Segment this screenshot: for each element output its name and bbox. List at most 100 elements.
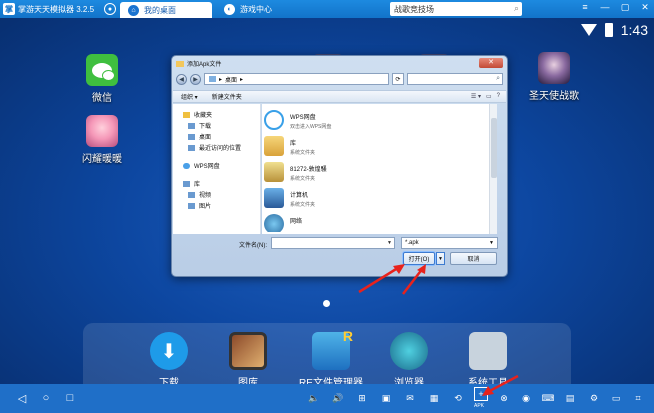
new-folder-button[interactable]: 新建文件夹 (212, 92, 242, 101)
app-title-text: 掌游天天模拟器 3.2.5 (18, 4, 95, 14)
file-desc: 系统文件夹 (290, 176, 316, 182)
back-icon[interactable]: ◁ (14, 390, 30, 406)
file-item[interactable]: 库 系统文件夹 (264, 136, 315, 156)
tab-label: 我的桌面 (144, 5, 176, 15)
file-item[interactable]: 81272-敦煌騷 系统文件夹 (264, 162, 327, 182)
nav-label: 图片 (199, 204, 212, 210)
desktop-app-wechat[interactable]: 微信 (74, 54, 130, 104)
add-apk-dialog: 添加Apk文件 ✕ ◀ ▶ ▸ 桌面 ▸ ⟳ ⌕ 组织 ▾ 新建文件夹 ☰ ▾ … (171, 55, 508, 277)
app-label: 闪耀暖暖 (82, 154, 122, 165)
volume-down-icon[interactable]: 🔈 (306, 390, 322, 406)
wechat-icon (86, 54, 118, 86)
tab-game-center[interactable]: ◐ 游戏中心 (216, 0, 308, 18)
videos-icon (188, 191, 195, 198)
nav-label: WPS网盘 (194, 164, 220, 170)
rotate-icon[interactable]: ⟲ (450, 390, 466, 406)
maximize-icon[interactable]: ▢ (618, 2, 632, 13)
wifi-icon (580, 24, 597, 36)
breadcrumb[interactable]: 桌面 (225, 75, 237, 84)
emulator-toolbar: ◁ ○ □ 🔈 🔊 ⊞ ▣ ✉ ▦ ⟲ + ⊗ ◉ ⌨ ▤ ⚙ ▭ ⌗ (0, 384, 654, 413)
open-split-dropdown[interactable]: ▼ (436, 252, 445, 265)
nav-item-libraries[interactable]: 库 (173, 178, 260, 189)
desktop-crumb-icon (209, 76, 216, 82)
dock-app-download[interactable]: ⬇ 下载 (129, 332, 209, 384)
dialog-search-input[interactable]: ⌕ (407, 73, 503, 85)
file-share-icon[interactable]: ▤ (562, 390, 578, 406)
home-nav-icon[interactable]: ○ (38, 390, 54, 406)
search-icon[interactable]: ⌕ (514, 3, 519, 14)
desktop-app-shining-nikki[interactable]: 闪耀暖暖 (74, 115, 130, 165)
help-icon[interactable]: ? (497, 93, 500, 100)
volume-up-icon[interactable]: 🔊 (330, 390, 346, 406)
emulator-title-bar: 掌 掌游天天模拟器 3.2.5 ● ⌂ 我的桌面 ◐ 游戏中心 战歌竞技场 ⌕ … (0, 0, 654, 18)
close-icon[interactable]: ✕ (638, 2, 652, 13)
address-row: ◀ ▶ ▸ 桌面 ▸ ⟳ ⌕ (176, 72, 503, 86)
desktop-folder-icon (188, 133, 195, 140)
file-list: WPS网盘 双击进入WPS网盘 库 系统文件夹 81272-敦煌騷 系统文件夹 … (262, 104, 497, 234)
file-item[interactable]: 计算机 系统文件夹 (264, 188, 315, 208)
nav-item-pictures[interactable]: 图片 (173, 200, 260, 211)
nav-item-videos[interactable]: 视频 (173, 189, 260, 200)
menu-icon[interactable]: ≡ (578, 2, 592, 13)
account-icon[interactable]: ● (104, 3, 116, 15)
file-item[interactable]: WPS网盘 双击进入WPS网盘 (264, 110, 331, 130)
multi-window-icon[interactable]: ▦ (426, 390, 442, 406)
file-desc: 系统文件夹 (290, 150, 316, 156)
nav-item-desktop[interactable]: 桌面 (173, 131, 260, 142)
address-bar[interactable]: ▸ 桌面 ▸ (204, 73, 389, 85)
forward-arrow-icon[interactable]: ▶ (190, 73, 201, 85)
scroll-thumb[interactable] (491, 118, 497, 178)
shining-nikki-icon (86, 115, 118, 147)
more-icon[interactable]: ⌗ (630, 390, 646, 406)
tab-label: 游戏中心 (240, 4, 272, 14)
dock-app-browser[interactable]: 浏览器 (369, 332, 449, 384)
message-icon[interactable]: ✉ (402, 390, 418, 406)
file-name: 网络 (290, 219, 303, 225)
nav-item-wps-cloud[interactable]: WPS网盘 (173, 160, 260, 171)
filename-dropdown-icon[interactable]: ▼ (385, 238, 394, 248)
window-controls: ≡ — ▢ ✕ (578, 2, 652, 13)
add-apk-label: APK (474, 403, 485, 409)
file-item[interactable]: 网络 (264, 214, 302, 232)
preview-pane-icon[interactable]: ▭ (486, 93, 492, 100)
desktop-app-angel-war-song[interactable]: 圣天使战歌 (526, 52, 582, 102)
dialog-title: 添加Apk文件 (176, 59, 221, 68)
home-icon: ⌂ (128, 4, 139, 16)
nav-label: 收藏夹 (194, 113, 213, 119)
nav-label: 库 (194, 182, 201, 188)
system-tools-icon (469, 332, 507, 370)
app-label: 圣天使战歌 (529, 91, 579, 102)
re-file-manager-icon (312, 328, 353, 370)
file-desc: 双击进入WPS网盘 (290, 124, 332, 130)
filename-label: 文件名(N): (239, 243, 267, 249)
window-icon[interactable]: ▭ (608, 390, 624, 406)
breadcrumb-sep: ▸ (240, 76, 244, 83)
screenshot-icon[interactable]: ▣ (378, 390, 394, 406)
filename-input[interactable] (271, 237, 395, 249)
command-bar: 组织 ▾ 新建文件夹 ☰ ▾ ▭ ? (173, 90, 506, 103)
fullscreen-icon[interactable]: ⊞ (354, 390, 370, 406)
nav-item-favorites[interactable]: 收藏夹 (173, 109, 260, 120)
search-icon: ⌕ (496, 75, 500, 82)
cancel-button[interactable]: 取消 (450, 252, 497, 265)
minimize-icon[interactable]: — (598, 2, 612, 13)
refresh-icon[interactable]: ⟳ (392, 73, 404, 85)
network-icon (264, 214, 284, 232)
organize-button[interactable]: 组织 ▾ (181, 92, 198, 101)
filetype-select[interactable]: *.apk ▼ (401, 237, 498, 249)
keyboard-icon[interactable]: ⌨ (540, 390, 556, 406)
nav-item-recent-places[interactable]: 最近访问的位置 (173, 142, 260, 153)
tab-my-desktop[interactable]: ⌂ 我的桌面 (120, 2, 212, 18)
dialog-close-button[interactable]: ✕ (479, 58, 503, 68)
recent-apps-icon[interactable]: □ (62, 390, 78, 406)
dock-app-gallery[interactable]: 图库 (208, 332, 288, 384)
angel-war-song-icon (538, 52, 570, 84)
file-list-scrollbar[interactable] (489, 104, 497, 234)
back-arrow-icon[interactable]: ◀ (176, 73, 187, 85)
wps-cloud-icon (183, 162, 190, 169)
dock-app-re-file-manager[interactable]: RE文件管理器 (291, 328, 371, 384)
view-mode-icon[interactable]: ☰ ▾ (471, 93, 481, 100)
settings-icon[interactable]: ⚙ (586, 390, 602, 406)
search-input[interactable]: 战歌竞技场 ⌕ (390, 2, 522, 16)
nav-item-downloads[interactable]: 下载 (173, 120, 260, 131)
